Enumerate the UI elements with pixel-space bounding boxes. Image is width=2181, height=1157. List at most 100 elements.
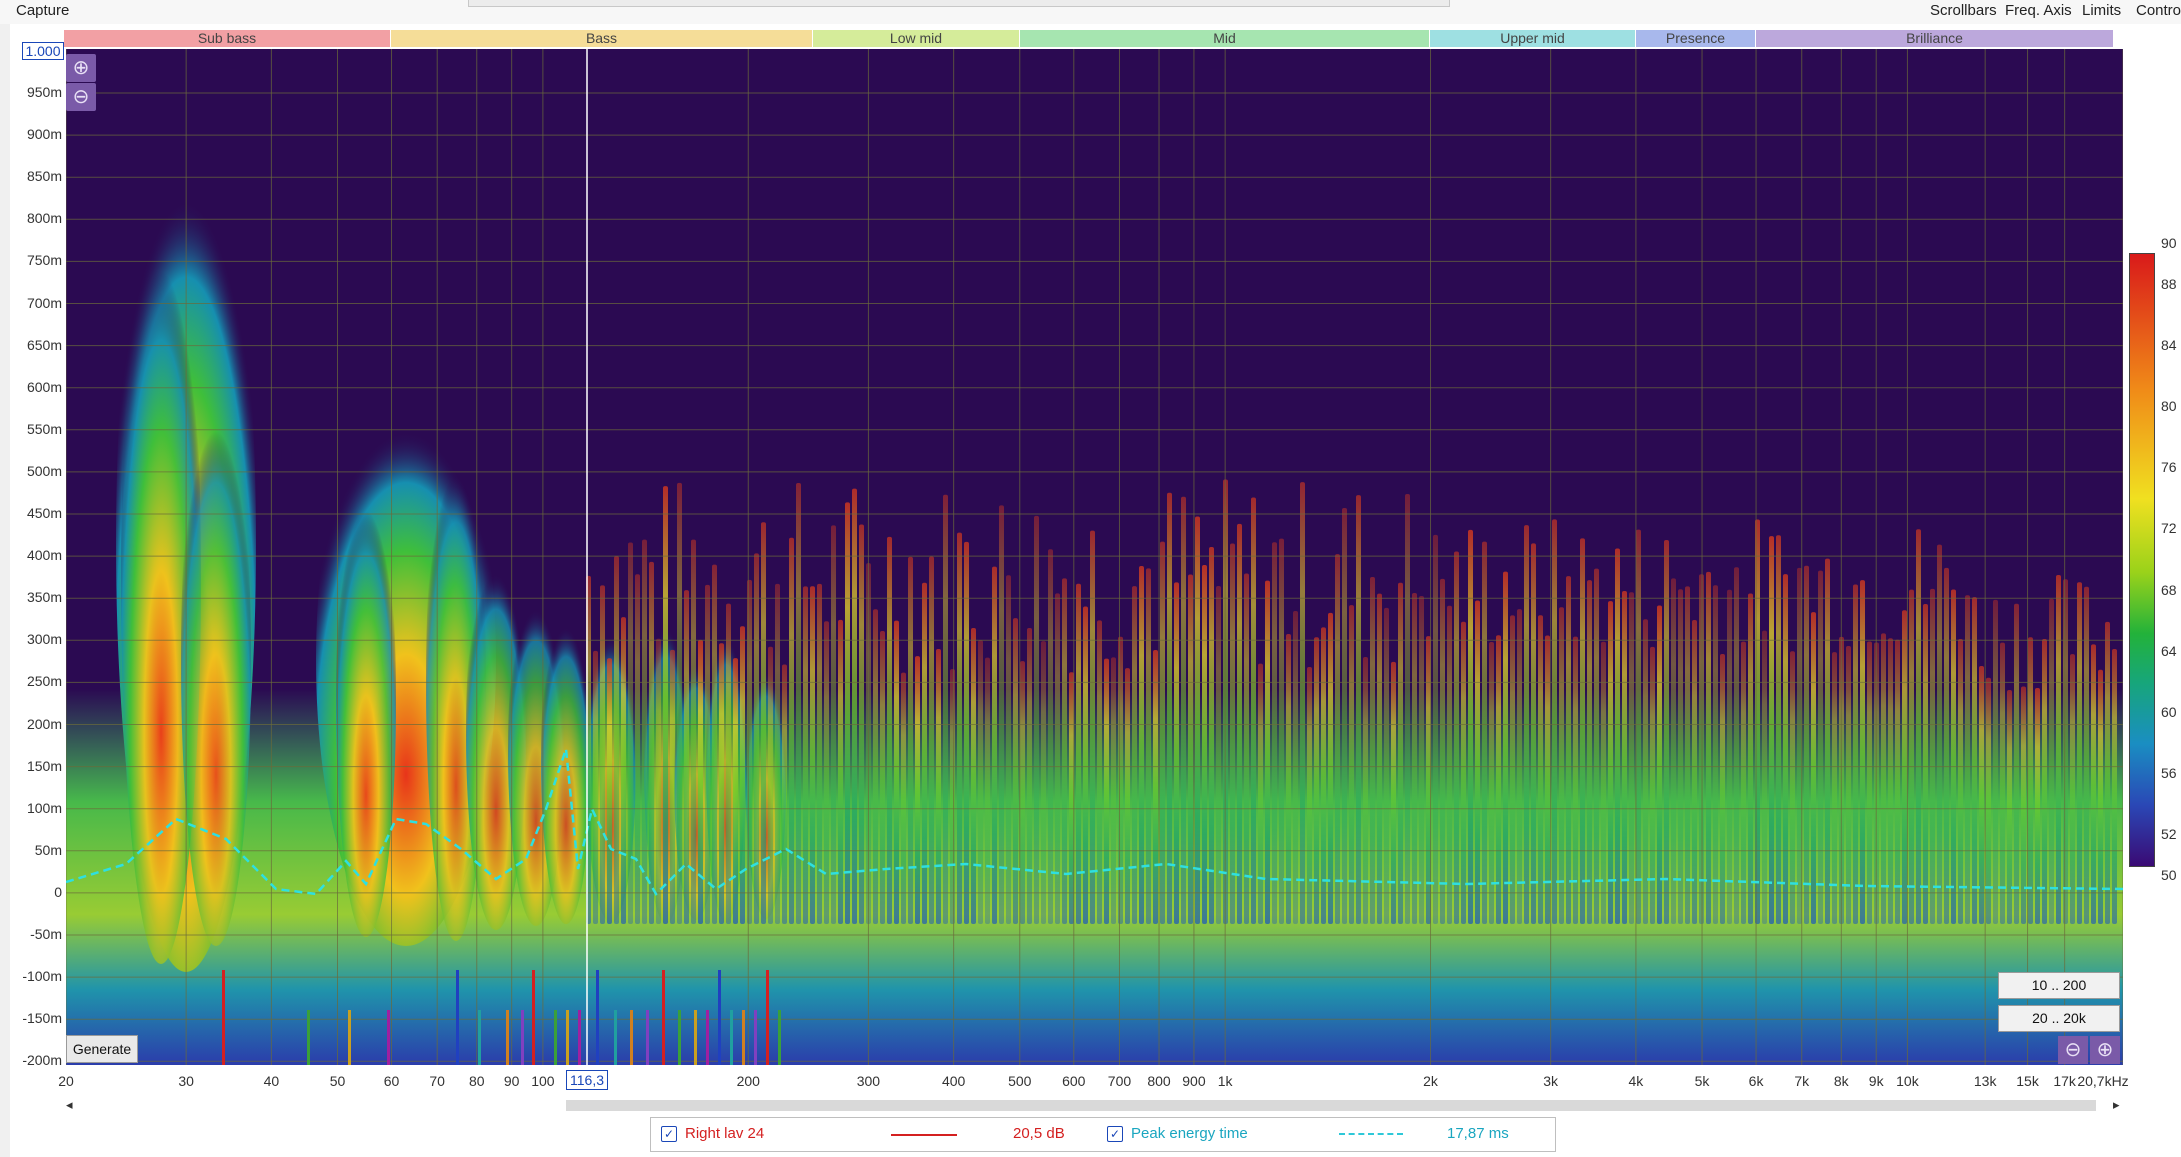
modal-marker	[521, 1010, 524, 1065]
color-scale-label: 76	[2161, 459, 2177, 476]
energy-stripe	[1244, 573, 1249, 924]
energy-stripe	[1762, 630, 1767, 924]
energy-stripe	[1846, 646, 1851, 924]
y-max-input[interactable]: 1.000	[22, 42, 64, 60]
range-10-200-button[interactable]: 10 .. 200	[1998, 972, 2120, 999]
energy-stripe	[1391, 661, 1396, 924]
modal-marker	[742, 1010, 745, 1065]
energy-stripe	[894, 620, 899, 924]
x-tick-label: 50	[329, 1073, 346, 1089]
energy-stripe	[2091, 644, 2096, 924]
legend-panel: ✓ Right lav 24 20,5 dB ✓ Peak energy tim…	[650, 1117, 1556, 1152]
zoom-in-x-button[interactable]: ⊕	[2090, 1036, 2120, 1064]
energy-peak	[181, 374, 251, 946]
x-tick-label: 400	[941, 1073, 966, 1089]
spectrogram-surface	[66, 114, 2123, 1065]
x-tick-label: 10k	[1896, 1073, 1919, 1089]
modal-marker	[554, 1010, 557, 1065]
energy-stripe	[1678, 589, 1683, 924]
cursor-frequency-input[interactable]: 116,3	[566, 1070, 608, 1090]
y-tick-label: -150m	[22, 1010, 62, 1027]
x-tick-label: 2k	[1423, 1073, 1438, 1089]
energy-stripe	[2000, 642, 2005, 924]
color-scale-label: 68	[2161, 581, 2177, 598]
energy-stripe	[1419, 595, 1424, 924]
peak-energy-swatch	[1339, 1133, 1403, 1135]
y-tick-label: -200m	[22, 1052, 62, 1069]
energy-stripe	[1867, 641, 1872, 924]
energy-stripe	[705, 584, 710, 924]
scrollbars-link[interactable]: Scrollbars	[1930, 2, 1997, 19]
band-low-mid: Low mid	[813, 30, 1020, 47]
x-tick-label: 90	[503, 1073, 520, 1089]
energy-stripe	[1083, 606, 1088, 924]
x-tick-label: 60	[383, 1073, 400, 1089]
x-tick-label: 20	[58, 1073, 74, 1089]
modal-marker	[778, 1010, 781, 1065]
range-20-20k-button[interactable]: 20 .. 20k	[1998, 1005, 2120, 1032]
energy-stripe	[593, 650, 598, 924]
energy-stripe	[1664, 539, 1669, 924]
y-tick-label: 800m	[26, 210, 62, 227]
spectrogram-plot[interactable]	[66, 49, 2123, 1065]
energy-stripe	[817, 583, 822, 924]
controls-link[interactable]: Contro	[2136, 2, 2181, 19]
energy-stripe	[880, 630, 885, 924]
energy-stripe	[1349, 605, 1354, 924]
energy-stripe	[1307, 666, 1312, 924]
modal-marker	[307, 1010, 310, 1065]
scrollbar-thumb[interactable]	[566, 1100, 2096, 1111]
energy-stripe	[670, 649, 675, 924]
zoom-out-y-button[interactable]: ⊖	[66, 83, 96, 111]
y-tick-label: 600m	[26, 378, 62, 395]
energy-stripe	[2056, 575, 2061, 924]
y-tick-label: 100m	[26, 799, 62, 816]
energy-stripe	[971, 628, 976, 924]
energy-stripe	[1615, 548, 1620, 924]
energy-stripe	[1713, 585, 1718, 924]
y-tick-label: 750m	[26, 252, 62, 269]
energy-stripe	[1251, 497, 1256, 924]
right-lav-label: Right lav 24	[685, 1125, 765, 1142]
x-tick-label: 80	[468, 1073, 485, 1089]
energy-stripe	[852, 488, 857, 924]
energy-stripe	[656, 638, 661, 924]
energy-stripe	[2014, 603, 2019, 924]
x-tick-label: 5k	[1694, 1073, 1710, 1089]
scroll-right-arrow[interactable]: ▸	[2113, 1097, 2120, 1113]
peak-energy-checkbox[interactable]: ✓	[1107, 1126, 1123, 1142]
energy-stripe	[1993, 599, 1998, 924]
tab-strip	[468, 0, 1450, 7]
band-mid: Mid	[1020, 30, 1430, 47]
y-tick-label: -50m	[30, 926, 62, 942]
horizontal-scrollbar[interactable]: ◂ ▸	[66, 1097, 2123, 1113]
energy-stripe	[1636, 529, 1641, 924]
energy-stripe	[2049, 598, 2054, 924]
energy-stripe	[936, 648, 941, 924]
scroll-left-arrow[interactable]: ◂	[66, 1097, 73, 1113]
frequency-bands: Sub bass Bass Low mid Mid Upper mid Pres…	[64, 30, 2114, 47]
y-tick-label: 700m	[26, 294, 62, 311]
freq-axis-link[interactable]: Freq. Axis	[2005, 2, 2072, 19]
energy-stripe	[1433, 534, 1438, 924]
limits-link[interactable]: Limits	[2082, 2, 2121, 19]
energy-stripe	[803, 586, 808, 924]
generate-button[interactable]: Generate	[66, 1035, 138, 1063]
energy-stripe	[1342, 507, 1347, 924]
energy-stripe	[887, 536, 892, 924]
x-tick-label: 20,7kHz	[2077, 1073, 2129, 1089]
energy-stripe	[1167, 492, 1172, 924]
zoom-out-x-button[interactable]: ⊖	[2058, 1036, 2088, 1064]
right-lav-checkbox[interactable]: ✓	[661, 1126, 677, 1142]
energy-stripe	[901, 672, 906, 924]
energy-stripe	[1734, 567, 1739, 924]
zoom-in-y-button[interactable]: ⊕	[66, 54, 96, 82]
modal-marker	[348, 1010, 351, 1065]
band-presence: Presence	[1636, 30, 1756, 47]
energy-peak	[336, 464, 396, 937]
energy-stripe	[1370, 577, 1375, 924]
y-tick-label: 250m	[26, 673, 62, 690]
energy-stripe	[1209, 546, 1214, 924]
energy-stripe	[789, 537, 794, 924]
energy-stripe	[1608, 601, 1613, 924]
